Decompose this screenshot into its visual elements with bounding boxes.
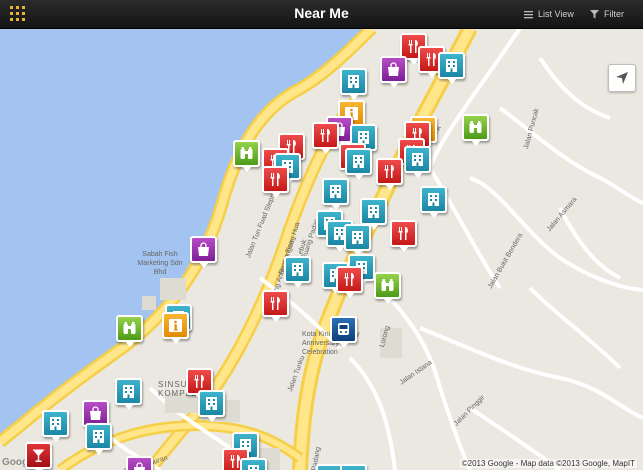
hotel-icon [292, 263, 303, 276]
map-pin-hotel[interactable] [344, 224, 371, 256]
bus-icon [338, 323, 349, 335]
map-pin-bar[interactable] [25, 442, 52, 470]
grid-menu-icon[interactable] [10, 6, 26, 22]
map-pin-food[interactable] [312, 122, 339, 154]
locate-me-button[interactable] [608, 64, 636, 92]
map-pin-hotel[interactable] [345, 148, 372, 180]
hotel-icon [348, 75, 359, 88]
hotel-icon [446, 59, 457, 72]
top-navigation-bar: Near Me List View Filter [0, 0, 643, 29]
bar-icon [32, 449, 45, 462]
map-pin-shop[interactable] [190, 236, 217, 268]
shop-icon [388, 62, 399, 76]
map-pin-sight[interactable] [462, 114, 489, 146]
info-icon [169, 319, 182, 332]
map-pin-hotel[interactable] [284, 256, 311, 288]
sight-icon [240, 147, 253, 159]
hotel-icon [206, 397, 217, 410]
shop-icon [198, 242, 209, 256]
sight-icon [381, 279, 394, 291]
food-icon [320, 129, 330, 142]
map-pin-hotel[interactable] [240, 458, 267, 470]
map-pin-food[interactable] [336, 266, 363, 298]
map-pin-hotel[interactable] [322, 178, 349, 210]
hotel-icon [353, 155, 364, 168]
map-pin-hotel[interactable] [42, 410, 69, 442]
map-pin-sight[interactable] [374, 272, 401, 304]
shop-icon [134, 462, 145, 470]
map-pin-sight[interactable] [233, 140, 260, 172]
map-pin-hotel[interactable] [198, 390, 225, 422]
hotel-icon [50, 417, 61, 430]
hotel-icon [123, 385, 134, 398]
hotel-icon [330, 185, 341, 198]
hotel-icon [412, 153, 423, 166]
map-pin-food[interactable] [262, 290, 289, 322]
list-view-button[interactable]: List View [524, 6, 574, 22]
map-pin-sight[interactable] [116, 315, 143, 347]
map-view[interactable]: Jalan Puncak Jalan Asmara Jalan Bukit Be… [0, 28, 643, 470]
filter-button[interactable]: Filter [590, 6, 624, 22]
map-pin-shop[interactable] [126, 456, 153, 470]
map-pin-food[interactable] [390, 220, 417, 252]
hotel-icon [93, 430, 104, 443]
map-pin-hotel[interactable] [85, 423, 112, 455]
food-icon [270, 173, 280, 186]
food-icon [270, 297, 280, 310]
map-pin-hotel[interactable] [316, 464, 343, 470]
map-attribution: ©2013 Google - Map data ©2013 Google, Ma… [459, 459, 637, 468]
sight-icon [469, 121, 482, 133]
map-pin-info[interactable] [162, 312, 189, 344]
list-icon [524, 10, 533, 18]
food-icon [384, 165, 394, 178]
map-pin-hotel[interactable] [340, 464, 367, 470]
map-pin-hotel[interactable] [340, 68, 367, 100]
funnel-icon [590, 9, 599, 18]
map-pin-hotel[interactable] [404, 146, 431, 178]
filter-label: Filter [604, 9, 624, 19]
hotel-icon [428, 193, 439, 206]
navigation-arrow-icon [616, 72, 628, 84]
map-pin-hotel[interactable] [115, 378, 142, 410]
food-icon [426, 53, 436, 66]
hotel-icon [248, 465, 259, 470]
map-pin-hotel[interactable] [438, 52, 465, 84]
hotel-icon [368, 205, 379, 218]
food-icon [194, 375, 204, 388]
shop-icon [90, 406, 101, 420]
map-pin-hotel[interactable] [360, 198, 387, 230]
map-pin-shop[interactable] [380, 56, 407, 88]
map-pin-food[interactable] [262, 166, 289, 198]
food-icon [398, 227, 408, 240]
list-view-label: List View [538, 9, 574, 19]
map-pin-bus[interactable] [330, 316, 357, 348]
food-icon [344, 273, 354, 286]
poi-label: Sabah Fish Marketing Sdn Bhd [137, 251, 183, 276]
map-pin-food[interactable] [376, 158, 403, 190]
sight-icon [123, 322, 136, 334]
hotel-icon [352, 231, 363, 244]
near-me-screen: Near Me List View Filter Jalan Puncak Ja… [0, 0, 643, 470]
map-pin-hotel[interactable] [420, 186, 447, 218]
